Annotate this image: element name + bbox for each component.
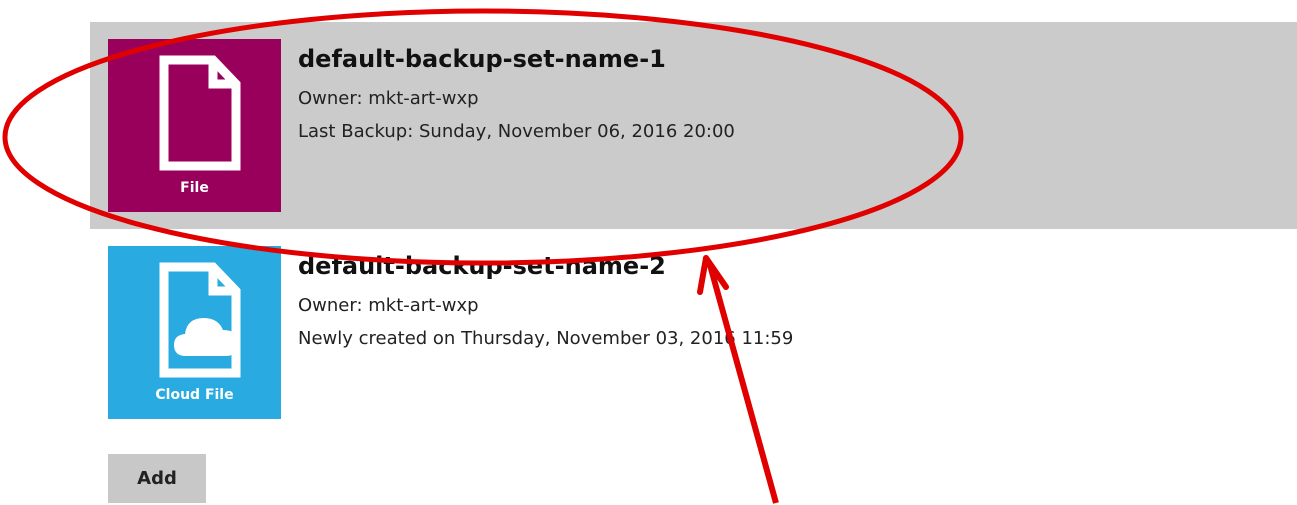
backup-set-last-backup: Last Backup: Sunday, November 06, 2016 2… xyxy=(298,121,735,142)
backup-set-row-2[interactable]: Cloud File default-backup-set-name-2 Own… xyxy=(90,229,1297,436)
backup-set-created: Newly created on Thursday, November 03, … xyxy=(298,328,794,349)
backup-set-type-tile[interactable]: File xyxy=(108,39,281,212)
backup-set-owner: Owner: mkt-art-wxp xyxy=(298,295,479,316)
backup-set-info: default-backup-set-name-1 Owner: mkt-art… xyxy=(298,44,1277,143)
add-button[interactable]: Add xyxy=(108,454,206,503)
backup-set-name[interactable]: default-backup-set-name-1 xyxy=(298,44,1277,74)
backup-set-type-label: File xyxy=(180,180,209,196)
backup-set-type-tile[interactable]: Cloud File xyxy=(108,246,281,419)
backup-set-name[interactable]: default-backup-set-name-2 xyxy=(298,251,1277,281)
backup-set-type-label: Cloud File xyxy=(155,387,234,403)
backup-set-row-1[interactable]: File default-backup-set-name-1 Owner: mk… xyxy=(90,22,1297,229)
backup-set-owner: Owner: mkt-art-wxp xyxy=(298,88,479,109)
backup-set-info: default-backup-set-name-2 Owner: mkt-art… xyxy=(298,251,1277,350)
backup-set-list-page: File default-backup-set-name-1 Owner: mk… xyxy=(0,0,1297,505)
